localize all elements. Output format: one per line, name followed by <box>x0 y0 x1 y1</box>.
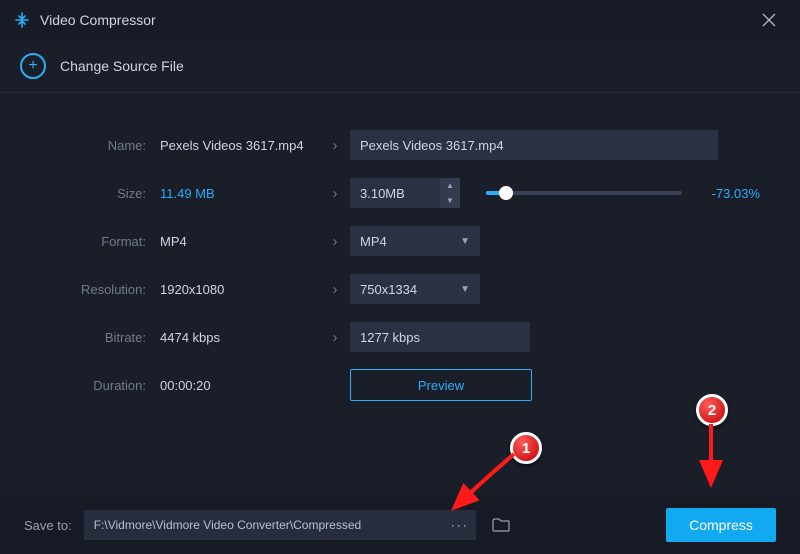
name-value: Pexels Videos 3617.mp4 <box>160 138 320 153</box>
output-format-select[interactable]: MP4▼ <box>350 226 480 256</box>
change-source-label: Change Source File <box>60 58 184 74</box>
row-resolution: Resolution: 1920x1080 › 750x1334▼ <box>40 265 760 313</box>
chevron-right-icon: › <box>320 281 350 298</box>
size-spinner[interactable]: ▲▼ <box>440 178 460 208</box>
titlebar: Video Compressor <box>0 0 800 40</box>
caret-down-icon: ▼ <box>440 193 460 208</box>
path-more-button[interactable]: ··· <box>444 510 476 540</box>
window-title: Video Compressor <box>40 12 156 28</box>
bitrate-value: 4474 kbps <box>160 330 320 345</box>
row-duration: Duration: 00:00:20 › Preview <box>40 361 760 409</box>
output-bitrate-value: 1277 kbps <box>350 322 530 352</box>
video-compressor-window: Video Compressor + Change Source File Na… <box>0 0 800 554</box>
form-body: Name: Pexels Videos 3617.mp4 › Pexels Vi… <box>0 93 800 496</box>
format-value: MP4 <box>160 234 320 249</box>
save-path-field[interactable]: F:\Vidmore\Vidmore Video Converter\Compr… <box>84 510 444 540</box>
row-bitrate: Bitrate: 4474 kbps › 1277 kbps <box>40 313 760 361</box>
duration-value: 00:00:20 <box>160 378 320 393</box>
close-button[interactable] <box>752 3 786 37</box>
preview-button[interactable]: Preview <box>350 369 532 401</box>
slider-thumb[interactable] <box>499 186 513 200</box>
compress-logo-icon <box>14 12 30 28</box>
resolution-label: Resolution: <box>40 282 160 297</box>
browse-folder-button[interactable] <box>484 510 518 540</box>
chevron-right-icon: › <box>320 185 350 202</box>
chevron-right-icon: › <box>320 137 350 154</box>
annotation-badge-1: 1 <box>510 432 542 464</box>
footer-bar: Save to: F:\Vidmore\Vidmore Video Conver… <box>0 496 800 554</box>
name-label: Name: <box>40 138 160 153</box>
caret-down-icon: ▼ <box>460 236 470 247</box>
resolution-value: 1920x1080 <box>160 282 320 297</box>
row-format: Format: MP4 › MP4▼ <box>40 217 760 265</box>
change-source-bar[interactable]: + Change Source File <box>0 40 800 93</box>
row-size: Size: 11.49 MB › 3.10MB ▲▼ -73.03% <box>40 169 760 217</box>
compress-button[interactable]: Compress <box>666 508 776 542</box>
caret-down-icon: ▼ <box>460 284 470 295</box>
size-slider[interactable] <box>486 191 682 195</box>
output-resolution-select[interactable]: 750x1334▼ <box>350 274 480 304</box>
bitrate-label: Bitrate: <box>40 330 160 345</box>
output-size-input[interactable]: 3.10MB ▲▼ <box>350 178 460 208</box>
size-reduction-pct: -73.03% <box>698 186 760 201</box>
size-value: 11.49 MB <box>160 186 320 201</box>
caret-up-icon: ▲ <box>440 178 460 193</box>
annotation-badge-2: 2 <box>696 394 728 426</box>
format-label: Format: <box>40 234 160 249</box>
plus-icon: + <box>20 53 46 79</box>
output-name-input[interactable]: Pexels Videos 3617.mp4 <box>350 130 718 160</box>
chevron-right-icon: › <box>320 233 350 250</box>
chevron-right-icon: › <box>320 329 350 346</box>
row-name: Name: Pexels Videos 3617.mp4 › Pexels Vi… <box>40 121 760 169</box>
save-to-label: Save to: <box>24 518 72 533</box>
size-label: Size: <box>40 186 160 201</box>
duration-label: Duration: <box>40 378 160 393</box>
